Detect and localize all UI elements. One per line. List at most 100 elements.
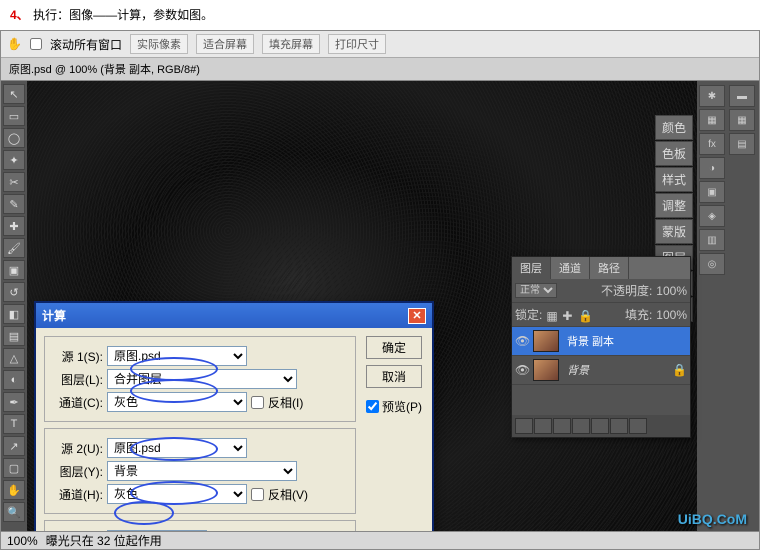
opacity-value[interactable]: 100% bbox=[656, 284, 687, 298]
eyedropper-tool-icon[interactable]: ✎ bbox=[3, 194, 25, 214]
layers-panel-tab-paths[interactable]: 路径 bbox=[590, 257, 629, 279]
layer-thumb[interactable] bbox=[533, 359, 559, 381]
src1-invert-checkbox[interactable] bbox=[251, 396, 264, 409]
color-icon[interactable]: ▬ bbox=[729, 85, 755, 107]
layers-icon[interactable]: ◈ bbox=[699, 205, 725, 227]
lock-label: 锁定: bbox=[515, 306, 542, 323]
hand-icon: ✋ bbox=[7, 37, 22, 51]
right-dock: ✱ ▦ fx ◑ ▣ ◈ ▥ ◎ ▬ ▦ ▤ bbox=[697, 81, 759, 550]
channels-icon[interactable]: ▥ bbox=[699, 229, 725, 251]
visibility-icon[interactable]: 👁 bbox=[515, 334, 529, 348]
heal-tool-icon[interactable]: ✚ bbox=[3, 216, 25, 236]
swatch-icon[interactable]: ▦ bbox=[729, 109, 755, 131]
lock-all-icon[interactable]: 🔒 bbox=[578, 309, 590, 321]
cancel-button[interactable]: 取消 bbox=[366, 365, 422, 388]
document-tab[interactable]: 原图.psd @ 100% (背景 副本, RGB/8#) bbox=[1, 58, 759, 81]
adjust-icon[interactable]: ◑ bbox=[699, 157, 725, 179]
zoom-value[interactable]: 100% bbox=[7, 534, 38, 548]
crop-tool-icon[interactable]: ✂ bbox=[3, 172, 25, 192]
layers-footer bbox=[512, 415, 690, 437]
paths-icon[interactable]: ◎ bbox=[699, 253, 725, 275]
photoshop-window: ✋ 滚动所有窗口 实际像素 适合屏幕 填充屏幕 打印尺寸 原图.psd @ 10… bbox=[0, 30, 760, 550]
zoom-tool-icon[interactable]: 🔍 bbox=[3, 502, 25, 522]
info-icon[interactable]: fx bbox=[699, 133, 725, 155]
step-text: 执行：图像——计算，参数如图。 bbox=[33, 8, 213, 22]
opacity-label: 不透明度: bbox=[601, 282, 652, 299]
scroll-all-checkbox[interactable] bbox=[30, 38, 42, 50]
dodge-tool-icon[interactable]: ◐ bbox=[3, 370, 25, 390]
fill-value[interactable]: 100% bbox=[656, 308, 687, 322]
status-text: 曝光只在 32 位起作用 bbox=[46, 532, 162, 549]
src1-channel-select[interactable]: 灰色 bbox=[107, 392, 247, 412]
layer-row[interactable]: 👁 背景 副本 bbox=[512, 327, 690, 356]
layer-name[interactable]: 背景 副本 bbox=[563, 333, 614, 349]
print-size-button[interactable]: 打印尺寸 bbox=[328, 34, 386, 54]
src2-select[interactable]: 原图.psd bbox=[107, 438, 247, 458]
lock-position-icon[interactable]: ✚ bbox=[562, 309, 574, 321]
actual-pixels-button[interactable]: 实际像素 bbox=[130, 34, 188, 54]
src2-layer-label: 图层(Y): bbox=[51, 463, 103, 480]
scroll-all-label: 滚动所有窗口 bbox=[50, 36, 122, 53]
pen-tool-icon[interactable]: ✒ bbox=[3, 392, 25, 412]
layers-panel-tab-channels[interactable]: 通道 bbox=[551, 257, 590, 279]
brush-tool-icon[interactable]: 🖌 bbox=[3, 238, 25, 258]
layer-row[interactable]: 👁 背景 🔒 bbox=[512, 356, 690, 385]
source2-group: 源 2(U): 原图.psd 图层(Y): 背景 通道(H): 灰色 反相(V) bbox=[44, 428, 356, 514]
mask-add-icon[interactable] bbox=[553, 418, 571, 434]
src1-label: 源 1(S): bbox=[51, 348, 103, 365]
group-icon[interactable] bbox=[591, 418, 609, 434]
hand-tool-icon[interactable]: ✋ bbox=[3, 480, 25, 500]
layer-name[interactable]: 背景 bbox=[563, 362, 589, 378]
path-tool-icon[interactable]: ↗ bbox=[3, 436, 25, 456]
adjustment-icon[interactable] bbox=[572, 418, 590, 434]
lasso-tool-icon[interactable]: ◯ bbox=[3, 128, 25, 148]
fill-screen-button[interactable]: 填充屏幕 bbox=[262, 34, 320, 54]
preview-label: 预览(P) bbox=[382, 398, 422, 415]
dialog-close-button[interactable]: ✕ bbox=[408, 308, 426, 324]
src1-select[interactable]: 原图.psd bbox=[107, 346, 247, 366]
navigator-icon[interactable]: ✱ bbox=[699, 85, 725, 107]
mask-icon[interactable]: ▣ bbox=[699, 181, 725, 203]
blend-mode-select[interactable]: 正常 bbox=[515, 283, 557, 298]
stamp-tool-icon[interactable]: ▣ bbox=[3, 260, 25, 280]
type-tool-icon[interactable]: T bbox=[3, 414, 25, 434]
gradient-tool-icon[interactable]: ▤ bbox=[3, 326, 25, 346]
preview-checkbox[interactable] bbox=[366, 398, 379, 415]
histogram-icon[interactable]: ▦ bbox=[699, 109, 725, 131]
adjust-tab[interactable]: 调整 bbox=[655, 193, 693, 218]
layers-panel: 图层 通道 路径 正常 不透明度: 100% 锁定: ▦ ✚ 🔒 填充: 100… bbox=[511, 256, 691, 438]
visibility-icon[interactable]: 👁 bbox=[515, 363, 529, 377]
src2-channel-label: 通道(H): bbox=[51, 486, 103, 503]
eraser-tool-icon[interactable]: ◧ bbox=[3, 304, 25, 324]
move-tool-icon[interactable]: ↖ bbox=[3, 84, 25, 104]
watermark: UiBQ.CoM bbox=[678, 511, 747, 527]
layer-thumb[interactable] bbox=[533, 330, 559, 352]
src2-invert-checkbox[interactable] bbox=[251, 488, 264, 501]
src1-channel-label: 通道(C): bbox=[51, 394, 103, 411]
trash-icon[interactable] bbox=[629, 418, 647, 434]
fx-icon[interactable] bbox=[534, 418, 552, 434]
src1-layer-select[interactable]: 合并图层 bbox=[107, 369, 297, 389]
style-icon[interactable]: ▤ bbox=[729, 133, 755, 155]
layers-panel-tab-layers[interactable]: 图层 bbox=[512, 257, 551, 279]
new-layer-icon[interactable] bbox=[610, 418, 628, 434]
link-icon[interactable] bbox=[515, 418, 533, 434]
color-tab[interactable]: 颜色 bbox=[655, 115, 693, 140]
tool-palette: ↖ ▭ ◯ ✦ ✂ ✎ ✚ 🖌 ▣ ↺ ◧ ▤ △ ◐ ✒ T ↗ ▢ ✋ 🔍 bbox=[1, 81, 27, 550]
src2-layer-select[interactable]: 背景 bbox=[107, 461, 297, 481]
src1-layer-label: 图层(L): bbox=[51, 371, 103, 388]
style-tab[interactable]: 样式 bbox=[655, 167, 693, 192]
lock-pixels-icon[interactable]: ▦ bbox=[546, 309, 558, 321]
swatch-tab[interactable]: 色板 bbox=[655, 141, 693, 166]
history-brush-icon[interactable]: ↺ bbox=[3, 282, 25, 302]
blur-tool-icon[interactable]: △ bbox=[3, 348, 25, 368]
src2-channel-select[interactable]: 灰色 bbox=[107, 484, 247, 504]
shape-tool-icon[interactable]: ▢ bbox=[3, 458, 25, 478]
marquee-tool-icon[interactable]: ▭ bbox=[3, 106, 25, 126]
fit-screen-button[interactable]: 适合屏幕 bbox=[196, 34, 254, 54]
options-bar: ✋ 滚动所有窗口 实际像素 适合屏幕 填充屏幕 打印尺寸 bbox=[1, 31, 759, 58]
ok-button[interactable]: 确定 bbox=[366, 336, 422, 359]
dialog-title: 计算 bbox=[42, 307, 66, 324]
mask-tab[interactable]: 蒙版 bbox=[655, 219, 693, 244]
wand-tool-icon[interactable]: ✦ bbox=[3, 150, 25, 170]
